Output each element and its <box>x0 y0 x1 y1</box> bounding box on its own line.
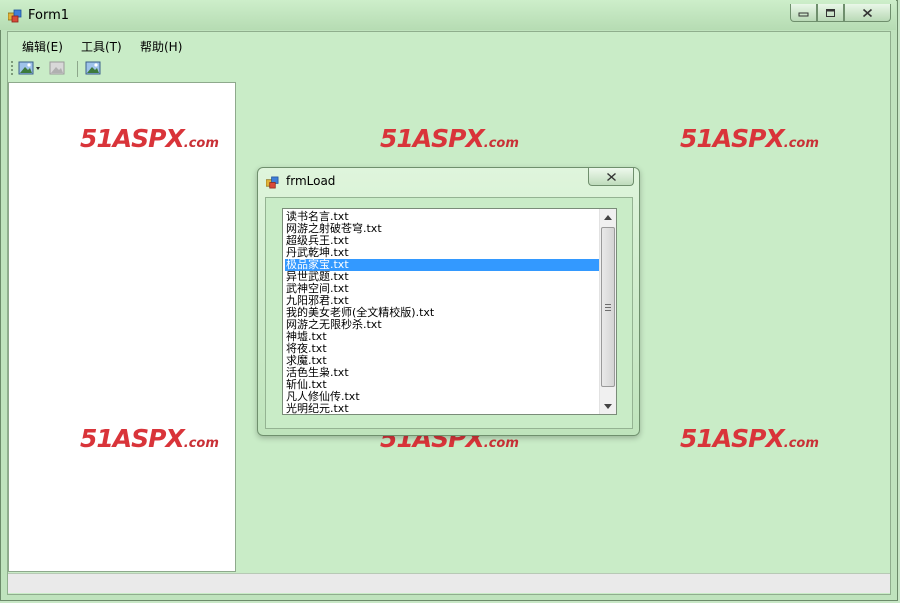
scroll-down-button[interactable] <box>600 398 616 414</box>
thumb-grip-icon <box>605 303 611 311</box>
list-item[interactable]: 神墟.txt <box>285 331 599 343</box>
list-item[interactable]: 光明纪元.txt <box>285 403 599 415</box>
toolbar-grip[interactable] <box>11 61 13 77</box>
watermark-logo: 51ASPX.com <box>380 124 519 153</box>
window-title: Form1 <box>28 8 70 23</box>
minimize-button[interactable] <box>790 4 817 22</box>
app-window-icon <box>8 9 22 23</box>
image-dropdown-button[interactable] <box>18 60 44 76</box>
image-disabled-icon <box>49 61 65 75</box>
toolbar <box>8 58 890 80</box>
menu-help[interactable]: 帮助(H) <box>140 38 182 55</box>
minimize-icon <box>798 12 809 16</box>
list-item[interactable]: 活色生枭.txt <box>285 367 599 379</box>
watermark-logo: 51ASPX.com <box>680 424 819 453</box>
image-button[interactable] <box>85 60 101 76</box>
vertical-scrollbar[interactable] <box>599 209 616 414</box>
scrollbar-thumb[interactable] <box>601 227 615 387</box>
chevron-up-icon <box>604 214 612 220</box>
list-item[interactable]: 网游之无限秒杀.txt <box>285 319 599 331</box>
file-listbox[interactable]: 读书名言.txt 网游之射破苍穹.txt 超级兵王.txt 丹武乾坤.txt 极品家宝.… <box>282 208 617 415</box>
file-list: 读书名言.txt 网游之射破苍穹.txt 超级兵王.txt 丹武乾坤.txt 极品家宝.… <box>285 211 599 415</box>
watermark-logo: 51ASPX.com <box>80 424 219 453</box>
toolbar-separator <box>77 61 78 77</box>
maximize-icon <box>826 8 835 17</box>
dialog-close-button[interactable] <box>588 168 634 186</box>
watermark-logo: 51ASPX.com <box>80 124 219 153</box>
maximize-button[interactable] <box>817 4 844 22</box>
title-bar[interactable] <box>0 0 896 30</box>
list-item[interactable]: 将夜.txt <box>285 343 599 355</box>
chevron-down-icon <box>604 403 612 409</box>
close-icon <box>862 8 873 17</box>
watermark-logo: 51ASPX.com <box>680 124 819 153</box>
left-panel[interactable] <box>8 82 236 572</box>
close-button[interactable] <box>844 4 891 22</box>
image-dropdown-icon <box>18 61 40 75</box>
close-icon <box>606 172 616 181</box>
menu-tools[interactable]: 工具(T) <box>81 38 122 55</box>
image-icon <box>85 61 101 75</box>
image-disabled-button[interactable] <box>49 60 65 76</box>
status-bar <box>8 573 890 593</box>
menu-bar: 编辑(E) 工具(T) 帮助(H) <box>8 32 890 56</box>
dialog-window-icon <box>266 176 279 189</box>
scroll-up-button[interactable] <box>600 209 616 225</box>
menu-edit[interactable]: 编辑(E) <box>22 38 63 55</box>
dialog-title: frmLoad <box>286 174 336 188</box>
